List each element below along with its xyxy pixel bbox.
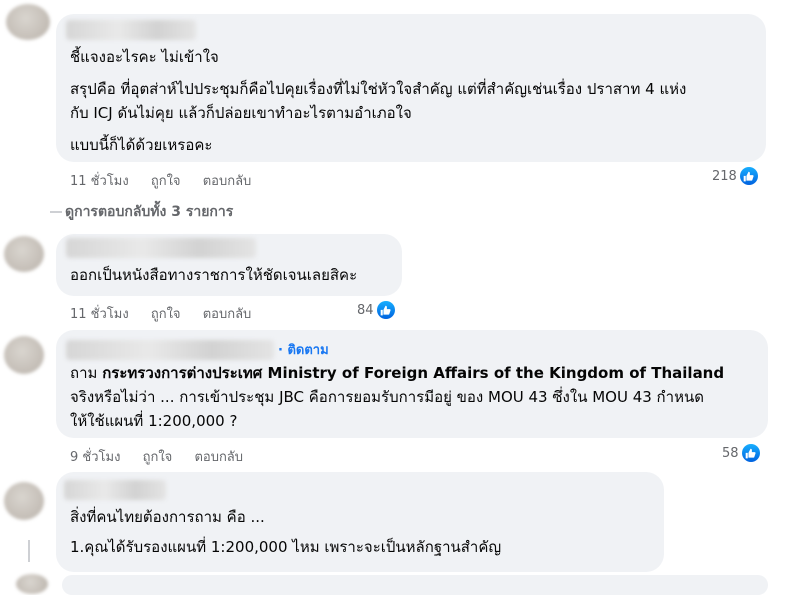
commenter-name[interactable]	[66, 238, 256, 258]
thread-line	[28, 540, 30, 562]
comment-bubble: ออกเป็นหนังสือทางราชการให้ชัดเจนเลยสิคะ	[56, 234, 402, 296]
commenter-name[interactable]	[66, 20, 196, 40]
reply-button[interactable]: ตอบกลับ	[194, 450, 243, 465]
comment-actions: 11 ชั่วโมง ถูกใจ ตอบกลับ	[70, 303, 269, 324]
comment-text-line: 1.คุณได้รับรองแผนที่ 1:200,000 ไหม เพราะ…	[70, 538, 502, 556]
like-button[interactable]: ถูกใจ	[151, 174, 181, 189]
comment-actions: 9 ชั่วโมง ถูกใจ ตอบกลับ	[70, 446, 261, 467]
comment-text-line: ให้ใช้แผนที่ 1:200,000 ?	[70, 412, 238, 430]
reaction-count[interactable]: 58	[722, 444, 760, 462]
like-button[interactable]: ถูกใจ	[151, 307, 181, 322]
view-replies-link[interactable]: ดูการตอบกลับทั้ง 3 รายการ	[65, 201, 233, 223]
timestamp-link[interactable]: 11 ชั่วโมง	[70, 174, 129, 189]
like-thumb-icon	[741, 444, 760, 462]
reaction-number: 84	[357, 302, 374, 318]
reaction-number: 58	[722, 445, 739, 461]
avatar[interactable]	[6, 4, 50, 40]
like-thumb-icon	[739, 167, 758, 185]
write-comment-input[interactable]	[62, 575, 768, 595]
timestamp-link[interactable]: 11 ชั่วโมง	[70, 307, 129, 322]
like-button[interactable]: ถูกใจ	[143, 450, 173, 465]
reaction-count[interactable]: 84	[357, 301, 395, 319]
comment-text-line: ออกเป็นหนังสือทางราชการให้ชัดเจนเลยสิคะ	[70, 266, 358, 284]
comment-text-line: สิ่งที่คนไทยต้องการถาม คือ ...	[70, 508, 265, 526]
thread-line	[50, 211, 62, 213]
avatar[interactable]	[4, 336, 44, 374]
reply-button[interactable]: ตอบกลับ	[203, 174, 252, 189]
reply-button[interactable]: ตอบกลับ	[203, 307, 252, 322]
commenter-name[interactable]	[64, 480, 166, 500]
comment-prefix: ถาม	[70, 364, 98, 382]
avatar[interactable]	[4, 482, 44, 520]
like-thumb-icon	[376, 301, 395, 319]
comment-bubble: · ติดตาม ถาม กระทรวงการต่างประเทศ Minist…	[56, 330, 768, 438]
commenter-name[interactable]	[66, 340, 274, 360]
avatar[interactable]	[4, 236, 44, 272]
comment-text-line: จริงหรือไม่ว่า ... การเข้าประชุม JBC คือ…	[70, 388, 704, 406]
comment-text-line: ถาม กระทรวงการต่างประเทศ Ministry of For…	[70, 362, 724, 384]
comment-text-line: แบบนี้ก็ได้ด้วยเหรอคะ	[70, 136, 213, 154]
current-user-avatar[interactable]	[16, 574, 48, 594]
comment-actions: 11 ชั่วโมง ถูกใจ ตอบกลับ	[70, 170, 269, 191]
comment-text-line: สรุปคือ ที่อุตส่าห์ไปประชุมก็คือไปคุยเรื…	[70, 80, 687, 98]
mentioned-page-link[interactable]: กระทรวงการต่างประเทศ Ministry of Foreign…	[102, 364, 724, 382]
comment-bubble: ชี้แจงอะไรคะ ไม่เข้าใจ สรุปคือ ที่อุตส่า…	[56, 14, 766, 162]
comment-bubble: สิ่งที่คนไทยต้องการถาม คือ ... 1.คุณได้ร…	[56, 472, 664, 572]
reaction-number: 218	[712, 168, 737, 184]
comment-text-line: กับ ICJ ดันไม่คุย แล้วก็ปล่อยเขาทำอะไรตา…	[70, 104, 412, 122]
timestamp-link[interactable]: 9 ชั่วโมง	[70, 450, 120, 465]
follow-link[interactable]: · ติดตาม	[278, 340, 329, 362]
comment-text-line: ชี้แจงอะไรคะ ไม่เข้าใจ	[70, 48, 219, 66]
reaction-count[interactable]: 218	[712, 167, 758, 185]
